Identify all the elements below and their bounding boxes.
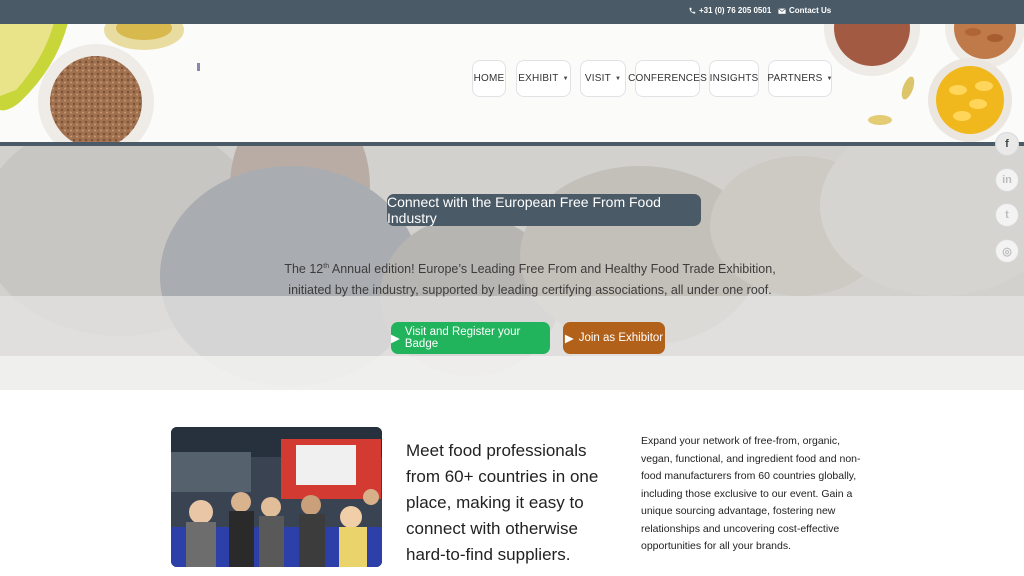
nav-conferences-label: CONFERENCES xyxy=(628,73,707,84)
nav-home[interactable]: HOME xyxy=(472,60,506,97)
linkedin-icon[interactable]: in xyxy=(995,168,1019,192)
hero-title: Connect with the European Free From Food… xyxy=(387,194,701,226)
hero-text-pre: The 12 xyxy=(284,262,324,277)
play-icon: ▶ xyxy=(564,333,574,345)
caret-down-icon: ▼ xyxy=(562,75,569,82)
facebook-icon[interactable]: f xyxy=(995,132,1019,156)
nav-conferences[interactable]: CONFERENCES xyxy=(628,60,707,97)
instagram-glyph: ◎ xyxy=(1002,245,1012,258)
header-decor xyxy=(0,24,1024,142)
visit-register-label: Visit and Register your Badge xyxy=(404,326,521,350)
mail-icon xyxy=(778,7,786,14)
twitter-glyph: t xyxy=(1005,209,1009,221)
facebook-glyph: f xyxy=(1005,138,1009,150)
caret-down-icon: ▼ xyxy=(826,75,833,82)
visit-register-button[interactable]: ▶ Visit and Register your Badge xyxy=(391,322,550,354)
site-logo[interactable] xyxy=(197,63,200,71)
site-header xyxy=(0,24,1024,142)
hero-text-post: Annual edition! Europe’s Leading Free Fr… xyxy=(288,262,776,298)
nav-insights-label: INSIGHTS xyxy=(709,73,759,84)
event-photo xyxy=(171,427,382,567)
join-exhibitor-label: Join as Exhibitor xyxy=(578,332,664,344)
hero-section: Connect with the European Free From Food… xyxy=(0,146,1024,390)
lead-text: Meet food professionals from 60+ countri… xyxy=(406,441,599,564)
nav-visit[interactable]: VISIT ▼ xyxy=(580,60,626,97)
join-exhibitor-button[interactable]: ▶ Join as Exhibitor xyxy=(563,322,665,354)
caret-down-icon: ▼ xyxy=(614,75,622,82)
nav-exhibit-label: EXHIBIT xyxy=(518,73,559,84)
contact-link[interactable]: Contact Us xyxy=(778,6,831,15)
nav-partners[interactable]: PARTNERS ▼ xyxy=(767,60,833,97)
nav-insights[interactable]: INSIGHTS xyxy=(709,60,759,97)
nav-home-label: HOME xyxy=(473,73,505,84)
contact-label[interactable]: Contact Us xyxy=(789,6,831,15)
nav-visit-label: VISIT xyxy=(584,73,611,84)
nav-partners-label: PARTNERS xyxy=(767,73,823,84)
nav-exhibit[interactable]: EXHIBIT ▼ xyxy=(516,60,571,97)
top-bar: +31 (0) 76 205 0501 Contact Us xyxy=(0,0,1024,24)
play-icon: ▶ xyxy=(391,333,400,345)
phone-link[interactable]: +31 (0) 76 205 0501 xyxy=(688,6,771,15)
description-text: Expand your network of free-from, organi… xyxy=(641,435,861,552)
linkedin-glyph: in xyxy=(1002,174,1012,186)
phone-icon xyxy=(689,7,696,14)
twitter-icon[interactable]: t xyxy=(995,203,1019,227)
phone-number[interactable]: +31 (0) 76 205 0501 xyxy=(699,6,771,15)
hero-description: The 12th Annual edition! Europe’s Leadin… xyxy=(270,256,790,301)
event-photo-illustration xyxy=(171,427,382,567)
instagram-icon[interactable]: ◎ xyxy=(995,239,1019,263)
